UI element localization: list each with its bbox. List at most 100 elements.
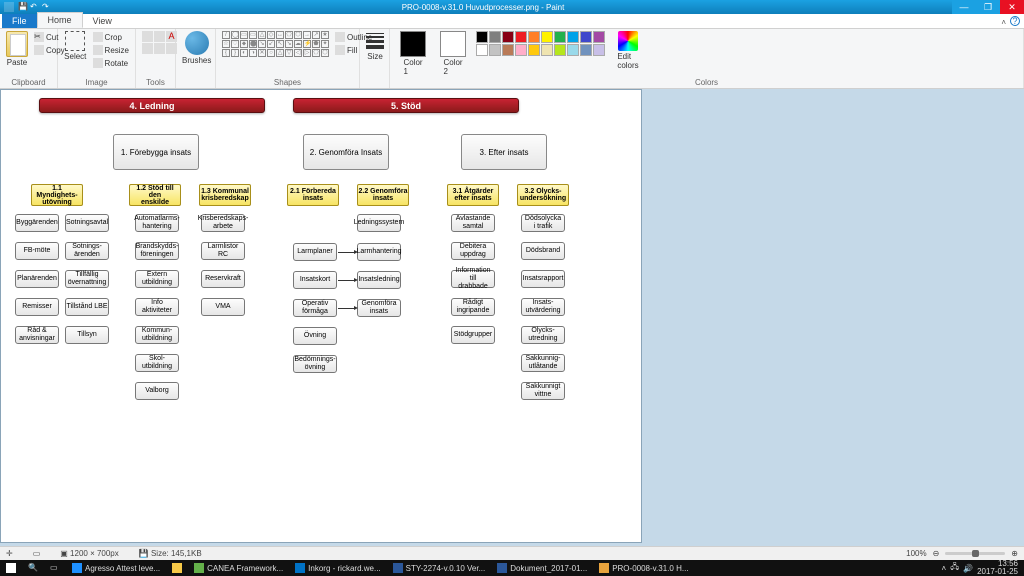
zoom-level: 100% [906,549,926,558]
outlook-icon [295,563,305,573]
color-swatch[interactable] [502,31,514,43]
color-swatch[interactable] [567,31,579,43]
taskbar-item[interactable]: STY-2274-v.0.10 Ver... [387,560,492,576]
rotate-button[interactable]: Rotate [93,57,129,69]
pencil-icon[interactable] [142,31,153,42]
taskbar: 🔍 ▭ Agresso Attest leve... CANEA Framewo… [0,560,1024,576]
box-21: Insatskort [293,271,337,289]
color-swatch[interactable] [580,44,592,56]
task-view-button[interactable]: ▭ [44,560,66,576]
color-swatch[interactable] [489,44,501,56]
start-button[interactable] [0,560,22,576]
brushes-button[interactable]: Brushes [182,31,211,65]
paste-button[interactable]: Paste [6,31,28,67]
taskbar-item[interactable]: Inkorg - rickard.we... [289,560,386,576]
status-bar: ✛ ▭ ▣ 1200 × 700px 💾 Size: 145,1KB 100% … [0,546,1024,560]
system-tray[interactable]: ˄ 🖧 🔊 13:562017-01-25 [936,560,1024,576]
box-31: Stödgrupper [451,326,495,344]
color-swatch[interactable] [502,44,514,56]
color-swatch[interactable] [476,44,488,56]
color-swatch[interactable] [580,31,592,43]
box-22: Insatsledning [357,271,401,289]
shapes-gallery[interactable]: /◯▭▭△◇↔⬠⬡→↗★☆♡⬥⬤↘↙↖↘☁⚡⬟✦{}◐◑✕○△▽◁▷⬠⬡ [222,31,329,57]
sub-31: 3.1 Åtgärder efter insats [447,184,499,206]
taskbar-item[interactable]: Agresso Attest leve... [66,560,166,576]
color-swatch[interactable] [515,44,527,56]
box-12: Skol- utbildning [135,354,179,372]
undo-icon[interactable]: ↶ [30,2,40,12]
color-swatch[interactable] [554,31,566,43]
header-ledning: 4. Ledning [39,98,265,113]
zoom-slider[interactable] [945,552,1005,555]
windows-icon [6,563,16,573]
resize-icon [93,45,103,55]
maximize-button[interactable]: ❐ [976,0,1000,14]
box-21: Larmplaner [293,243,337,261]
taskbar-item[interactable]: Dokument_2017-01... [491,560,593,576]
zoom-in-button[interactable]: ⊕ [1011,549,1018,558]
color-swatch[interactable] [528,31,540,43]
color-swatch[interactable] [554,44,566,56]
task-view-icon: ▭ [50,563,60,573]
title-bar: PRO-0008-v.31.0 Huvudprocesser.png - Pai… [0,0,1024,14]
color-swatch[interactable] [476,31,488,43]
tab-view[interactable]: View [83,14,122,28]
resize-button[interactable]: Resize [93,44,129,56]
search-button[interactable]: 🔍 [22,560,44,576]
tab-file[interactable]: File [2,14,37,28]
help-icon[interactable]: ? [1010,16,1020,26]
file-size: 💾 Size: 145,1KB [139,549,202,558]
color2-button[interactable]: Color 2 [436,31,470,76]
sub-12: 1.2 Stöd till den enskilde [129,184,181,206]
network-icon[interactable]: 🖧 [950,561,959,575]
clock[interactable]: 13:562017-01-25 [977,560,1018,576]
box-21: Övning [293,327,337,345]
tab-home[interactable]: Home [37,12,83,28]
tray-up-icon[interactable]: ˄ [942,564,947,573]
box-12: Kommun- utbildning [135,326,179,344]
redo-icon[interactable]: ↷ [42,2,52,12]
color-swatch[interactable] [567,44,579,56]
taskbar-item[interactable] [166,560,188,576]
edit-colors-button[interactable]: Edit colors [611,31,645,70]
box-32: Sakkunnigt vittne [521,382,565,400]
group-tools: A Tools [136,29,176,88]
brush-icon [185,31,209,55]
size-button[interactable]: Size [366,31,384,61]
paste-label: Paste [7,58,27,67]
save-icon[interactable]: 💾 [18,2,28,12]
quick-access-toolbar: 💾 ↶ ↷ [18,2,52,12]
zoom-out-button[interactable]: ⊖ [933,549,940,558]
color-swatch[interactable] [541,44,553,56]
color-swatch[interactable] [515,31,527,43]
eraser-icon[interactable] [142,43,153,54]
color-swatch[interactable] [593,44,605,56]
color-palette[interactable] [476,31,605,56]
close-button[interactable]: ✕ [1000,0,1024,14]
fill-icon[interactable] [154,31,165,42]
workspace[interactable]: 4. Ledning5. Stöd1. Förebygga insats2. G… [0,89,1024,546]
minimize-button[interactable]: — [952,0,976,14]
crop-button[interactable]: Crop [93,31,129,43]
selection-icon: ▭ [33,549,41,558]
color-swatch[interactable] [593,31,605,43]
color-swatch[interactable] [489,31,501,43]
cursor-pos-icon: ✛ [6,549,13,558]
paste-icon [6,31,28,57]
taskbar-item[interactable]: CANEA Framework... [188,560,289,576]
color1-button[interactable]: Color 1 [396,31,430,76]
picker-icon[interactable] [154,43,165,54]
color-swatch[interactable] [541,31,553,43]
color-swatch[interactable] [528,44,540,56]
canea-icon [194,563,204,573]
cut-icon: ✂ [34,32,44,42]
taskbar-item[interactable]: PRO-0008-v.31.0 H... [593,560,694,576]
canvas-dim: ▣ 1200 × 700px [60,549,119,558]
box-32: Insatsrapport [521,270,565,288]
select-button[interactable]: Select [64,31,87,61]
canvas[interactable]: 4. Ledning5. Stöd1. Förebygga insats2. G… [0,89,642,543]
box-31: Information till drabbade [451,270,495,288]
minimize-ribbon-icon[interactable]: ˄ [1001,18,1006,27]
volume-icon[interactable]: 🔊 [963,564,973,573]
crop-icon [93,32,103,42]
